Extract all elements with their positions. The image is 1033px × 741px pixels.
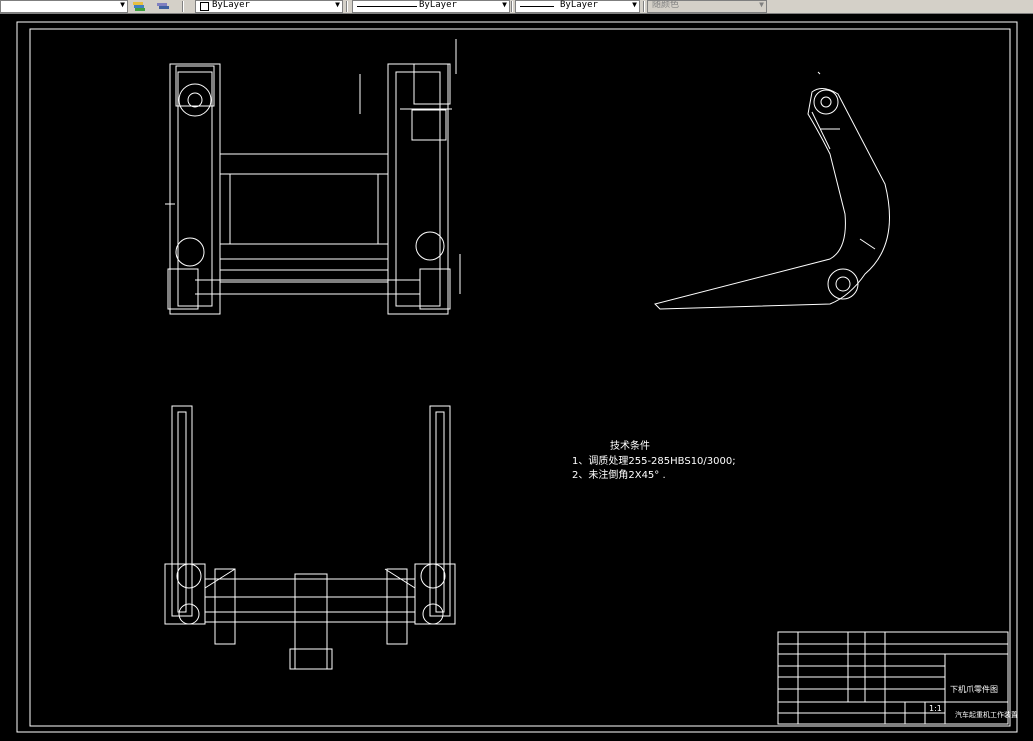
chevron-down-icon: ▼ (335, 0, 340, 9)
tech-requirement-1: 1、调质处理255-285HBS10/3000; (572, 456, 736, 467)
part-name: 下机爪零件图 (950, 685, 998, 694)
side-view-claw (654, 71, 890, 310)
scale-value: 1:1 (929, 704, 942, 713)
layer-manager-icon[interactable] (132, 0, 146, 11)
color-swatch-icon (200, 2, 209, 11)
tech-requirements-title: 技术条件 (610, 441, 650, 452)
inner-frame (29, 28, 1011, 727)
properties-toolbar: ▼ ByLayer ▼ ByLayer ▼ ByLayer ▼ 随颜色 ▼ (0, 0, 1033, 14)
outer-frame (16, 21, 1018, 733)
linetype-value: ByLayer (419, 0, 457, 10)
tech-requirement-2: 2、未注倒角2X45° . (572, 470, 666, 481)
chevron-down-icon: ▼ (120, 0, 125, 9)
layer-state-dropdown[interactable]: ▼ (0, 0, 128, 13)
chevron-down-icon: ▼ (502, 0, 507, 9)
drawing-canvas[interactable]: 技术条件 1、调质处理255-285HBS10/3000; 2、未注倒角2X45… (0, 14, 1033, 741)
color-value: ByLayer (212, 0, 250, 10)
lineweight-value: ByLayer (560, 0, 598, 10)
linetype-dropdown[interactable]: ByLayer ▼ (352, 0, 510, 13)
lineweight-preview (520, 6, 554, 7)
plotstyle-dropdown[interactable]: 随颜色 ▼ (647, 0, 767, 13)
front-view (165, 39, 461, 315)
lineweight-dropdown[interactable]: ByLayer ▼ (515, 0, 640, 13)
top-view (164, 405, 456, 670)
cad-drawing (16, 21, 1018, 733)
plotstyle-value: 随颜色 (652, 0, 680, 10)
chevron-down-icon: ▼ (759, 0, 764, 9)
layer-previous-icon[interactable] (156, 0, 170, 11)
linetype-preview (357, 6, 417, 7)
color-dropdown[interactable]: ByLayer ▼ (195, 0, 343, 13)
company-name: 汽车起重机工作装置 (955, 711, 1018, 719)
chevron-down-icon: ▼ (632, 0, 637, 9)
